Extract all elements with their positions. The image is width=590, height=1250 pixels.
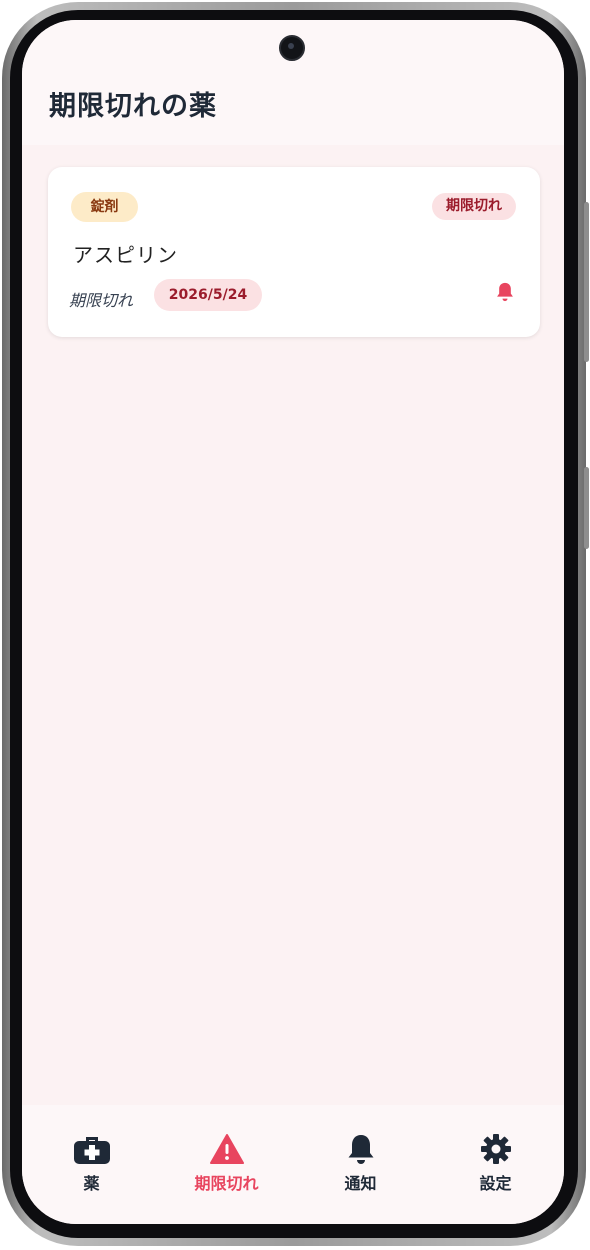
tab-label: 期限切れ xyxy=(194,1174,259,1193)
tab-label: 薬 xyxy=(83,1174,100,1193)
medication-name: アスピリン xyxy=(73,243,178,267)
expiry-label: 期限切れ xyxy=(69,291,134,310)
warning-icon xyxy=(209,1134,244,1164)
tab-label: 通知 xyxy=(344,1174,377,1193)
medication-type-badge: 錠剤 xyxy=(71,192,138,222)
status-badge: 期限切れ xyxy=(432,193,516,220)
tab-notifications[interactable]: 通知 xyxy=(293,1105,428,1205)
tab-label: 設定 xyxy=(479,1174,512,1193)
bell-icon[interactable] xyxy=(495,281,515,303)
app-screen: 期限切れの薬 錠剤 期限切れ アスピリン 期限切れ 2026/5/24 薬 期限… xyxy=(22,20,564,1224)
power-button xyxy=(584,467,589,549)
bottom-tab-bar: 薬 期限切れ 通知 設定 xyxy=(22,1105,564,1224)
tab-settings[interactable]: 設定 xyxy=(428,1105,563,1205)
phone-frame: 期限切れの薬 錠剤 期限切れ アスピリン 期限切れ 2026/5/24 薬 期限… xyxy=(2,2,589,1246)
front-camera xyxy=(279,35,305,61)
page-title: 期限切れの薬 xyxy=(49,91,217,122)
tab-expired[interactable]: 期限切れ xyxy=(159,1105,294,1205)
medication-card[interactable]: 錠剤 期限切れ アスピリン 期限切れ 2026/5/24 xyxy=(48,167,540,337)
bell-icon xyxy=(348,1135,373,1164)
tab-medicines[interactable]: 薬 xyxy=(24,1105,159,1205)
expiry-date: 2026/5/24 xyxy=(154,279,262,311)
gear-icon xyxy=(480,1134,511,1164)
volume-button xyxy=(584,202,589,362)
medkit-icon xyxy=(73,1137,110,1164)
